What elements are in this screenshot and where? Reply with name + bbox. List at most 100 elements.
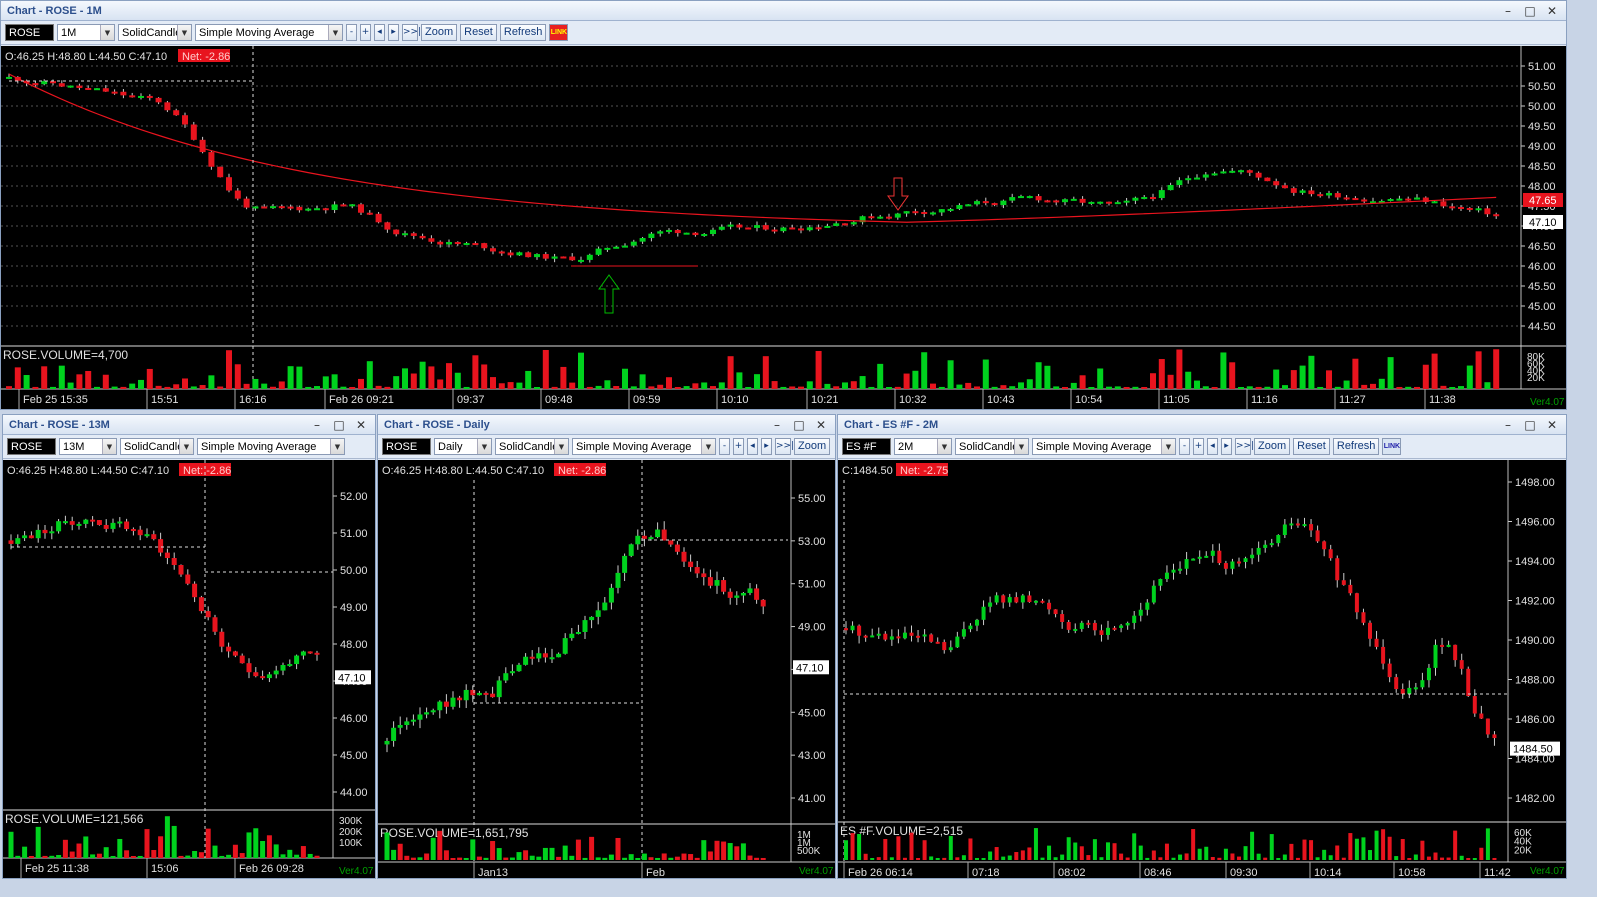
candle-body	[912, 211, 919, 214]
price-chart-panel[interactable]: O:46.25 H:48.80 L:44.50 C:47.10 Net: -2.8…	[1, 46, 1566, 409]
volume-bar	[1264, 386, 1271, 389]
candle-body	[1492, 734, 1497, 739]
volume-bar	[171, 825, 177, 858]
zoom-in-button[interactable]: +	[1193, 438, 1204, 455]
indicator-select[interactable]: Simple Moving Average ▼	[197, 438, 345, 455]
zoom-in-button[interactable]: +	[733, 438, 744, 455]
scroll-left-button[interactable]: ◂	[374, 24, 385, 41]
close-button[interactable]: ✕	[1544, 4, 1560, 18]
scroll-end-button[interactable]: >>|	[775, 438, 794, 455]
volume-bar	[1202, 386, 1209, 389]
volume-bar	[916, 857, 921, 860]
zoom-out-button[interactable]: -	[719, 438, 730, 455]
candle-body	[1202, 174, 1209, 178]
maximize-button[interactable]: □	[331, 418, 347, 432]
close-button[interactable]: ✕	[813, 418, 829, 432]
style-select[interactable]: SolidCandle ▼	[495, 438, 569, 455]
volume-bar	[1326, 370, 1332, 389]
volume-bar	[103, 847, 109, 858]
zoom-in-button[interactable]: +	[360, 24, 371, 41]
symbol-input[interactable]: ROSE	[7, 438, 56, 455]
window-titlebar[interactable]: Chart - ROSE - 1M – □ ✕	[1, 1, 1566, 21]
reset-button[interactable]: Reset	[1293, 438, 1330, 455]
volume-bar	[305, 386, 312, 389]
zoom-button[interactable]: Zoom	[1254, 438, 1291, 455]
maximize-button[interactable]: □	[791, 418, 807, 432]
interval-select[interactable]: 2M ▼	[894, 438, 952, 455]
version-label: Ver4.07	[339, 866, 374, 877]
refresh-button[interactable]: Refresh	[499, 24, 547, 41]
candle-body	[76, 85, 83, 88]
indicator-select[interactable]: Simple Moving Average ▼	[195, 24, 343, 41]
volume-bar	[747, 855, 753, 860]
volume-bar	[1092, 839, 1097, 860]
style-select[interactable]: SolidCandle ▼	[955, 438, 1029, 455]
candle-body	[410, 719, 416, 722]
refresh-button[interactable]: Refresh	[1332, 438, 1380, 455]
volume-label: ROSE.VOLUME=1,651,795	[380, 826, 529, 840]
zoom-button[interactable]: Zoom	[421, 24, 458, 41]
window-titlebar[interactable]: Chart - ROSE - Daily – □ ✕	[378, 415, 835, 435]
volume-bar	[850, 833, 855, 860]
candle-body	[1033, 600, 1038, 603]
zoom-button[interactable]: Zoom	[794, 438, 831, 455]
candle-body	[560, 256, 567, 259]
volume-bar	[721, 841, 727, 860]
candle-body	[190, 124, 197, 140]
volume-tick-label: 300K	[339, 816, 363, 827]
interval-select[interactable]: Daily ▼	[434, 438, 492, 455]
zoom-out-button[interactable]: -	[346, 24, 357, 41]
price-chart-panel[interactable]: O:46.25 H:48.80 L:44.50 C:47.10 Net: -2.8…	[378, 460, 835, 878]
scroll-right-button[interactable]: ▸	[761, 438, 772, 455]
scroll-end-button[interactable]: >>|	[1235, 438, 1254, 455]
candle-body	[261, 206, 268, 209]
minimize-button[interactable]: –	[769, 418, 785, 432]
symbol-input[interactable]: ES #F	[842, 438, 891, 455]
interval-select[interactable]: 13M ▼	[59, 438, 117, 455]
candle-body	[575, 631, 581, 634]
price-chart-panel[interactable]: O:46.25 H:48.80 L:44.50 C:47.10 Net: -2.8…	[3, 460, 375, 878]
candle-body	[481, 243, 488, 249]
window-titlebar[interactable]: Chart - ROSE - 13M – □ ✕	[3, 415, 375, 435]
interval-select[interactable]: 1M ▼	[57, 24, 115, 41]
symbol-input[interactable]: ROSE	[5, 24, 54, 41]
minimize-button[interactable]: –	[1500, 4, 1516, 18]
scroll-left-button[interactable]: ◂	[1207, 438, 1218, 455]
scroll-end-button[interactable]: >>|	[402, 24, 421, 41]
symbol-input[interactable]: ROSE	[382, 438, 431, 455]
scroll-right-button[interactable]: ▸	[1221, 438, 1232, 455]
indicator-select[interactable]: Simple Moving Average ▼	[572, 438, 716, 455]
link-icon[interactable]: LINK	[1382, 438, 1402, 455]
indicator-select[interactable]: Simple Moving Average ▼	[1032, 438, 1176, 455]
close-button[interactable]: ✕	[353, 418, 369, 432]
close-button[interactable]: ✕	[1544, 418, 1560, 432]
volume-bar	[1112, 843, 1117, 860]
reset-button[interactable]: Reset	[460, 24, 497, 41]
zoom-out-button[interactable]: -	[1179, 438, 1190, 455]
volume-bar	[1343, 380, 1350, 389]
minimize-button[interactable]: –	[309, 418, 325, 432]
style-select[interactable]: SolidCandle ▼	[120, 438, 194, 455]
volume-bar	[117, 838, 123, 858]
candle-body	[806, 227, 813, 231]
style-select[interactable]: SolidCandle ▼	[118, 24, 192, 41]
price-chart-panel[interactable]: C:1484.50 Net: -2.75 1498.00 1496.00 1494.00…	[838, 460, 1566, 878]
volume-bar	[1354, 838, 1359, 860]
maximize-button[interactable]: □	[1522, 418, 1538, 432]
volume-bar	[1414, 386, 1420, 389]
maximize-button[interactable]: □	[1522, 4, 1538, 18]
volume-bar	[457, 857, 463, 860]
minimize-button[interactable]: –	[1500, 418, 1516, 432]
volume-bar	[1176, 349, 1183, 389]
candle-body	[736, 224, 743, 228]
candle-body	[942, 642, 947, 651]
volume-bar	[1479, 847, 1484, 860]
scroll-right-button[interactable]: ▸	[388, 24, 399, 41]
link-icon[interactable]: LINK	[549, 24, 569, 41]
candle-body	[185, 574, 191, 584]
volume-bar	[1426, 856, 1431, 860]
price-tick-label: 46.00	[340, 713, 368, 725]
scroll-left-button[interactable]: ◂	[747, 438, 758, 455]
time-tick-label: 09:59	[633, 394, 661, 406]
window-titlebar[interactable]: Chart - ES #F - 2M – □ ✕	[838, 415, 1566, 435]
